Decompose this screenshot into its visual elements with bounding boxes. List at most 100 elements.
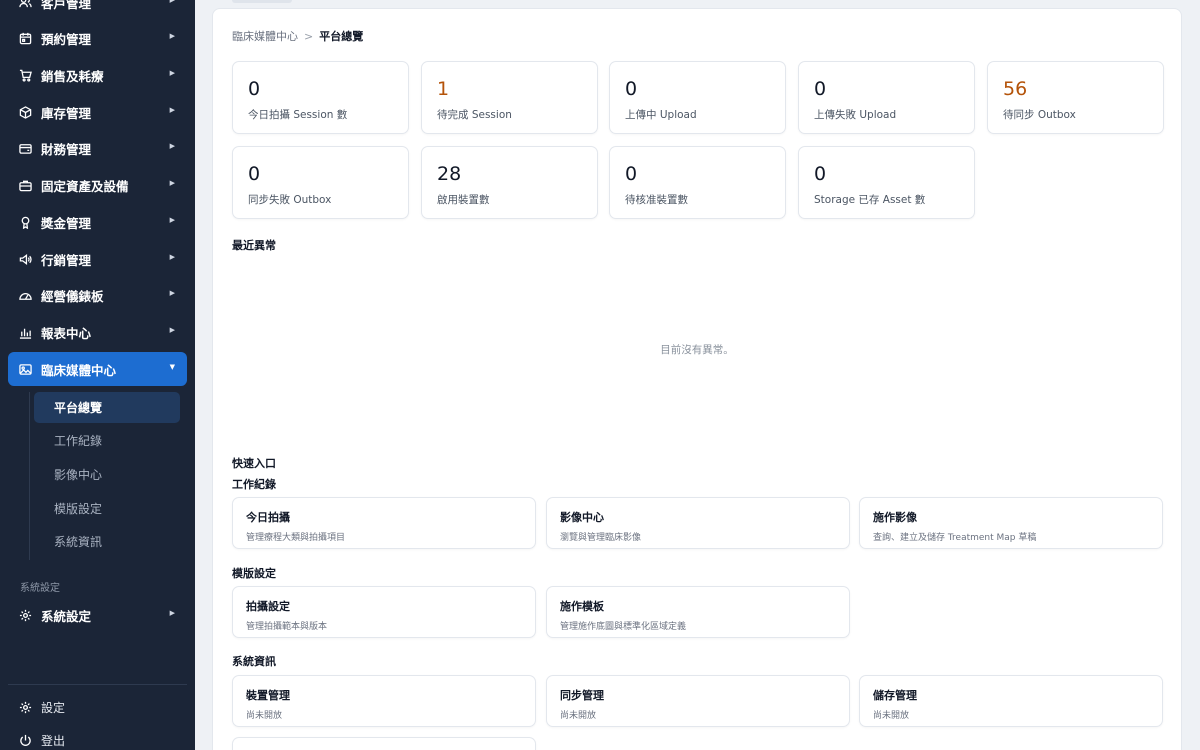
nav-item-label: 臨床媒體中心 — [41, 362, 117, 378]
quick-card-desc: 瀏覽與管理臨床影像 — [560, 533, 642, 543]
nav-item-appointments[interactable]: 預約管理 ▶ — [8, 21, 187, 55]
sidebar-divider — [8, 684, 187, 685]
quick-entry-heading: 快速入口 — [232, 457, 276, 470]
nav-item-marketing[interactable]: 行銷管理 ▶ — [8, 242, 187, 276]
quick-card-desc: 尚未開放 — [873, 711, 910, 721]
group-heading-system-info: 系統資訊 — [232, 655, 276, 668]
nav-item-label: 獎金管理 — [41, 215, 92, 231]
sidebar-section-label: 系統設定 — [20, 583, 60, 594]
stat-card-uploading: 0 上傳中 Upload — [609, 61, 786, 134]
stat-value: 0 — [248, 78, 261, 100]
group-heading-work-records: 工作紀錄 — [232, 478, 276, 491]
stat-value: 0 — [814, 78, 827, 100]
cart-icon — [18, 68, 32, 82]
stat-label: 上傳失敗 Upload — [814, 109, 897, 121]
nav-item-label: 經營儀錶板 — [41, 288, 104, 304]
stat-value: 0 — [625, 163, 638, 185]
stat-card-storage-assets: 0 Storage 已存 Asset 數 — [798, 146, 975, 219]
box-icon — [18, 105, 32, 119]
stat-label: 同步失敗 Outbox — [248, 194, 332, 206]
stat-label: 上傳中 Upload — [625, 109, 697, 121]
gear-icon — [18, 608, 32, 622]
quick-card-title: 同步管理 — [560, 689, 604, 702]
quick-card-title: 施作模板 — [560, 600, 604, 613]
settings-link[interactable]: 設定 — [8, 692, 187, 722]
briefcase-icon — [18, 178, 32, 192]
stat-label: 待同步 Outbox — [1003, 109, 1076, 121]
quick-card-desc: 管理療程大類與拍攝項目 — [246, 533, 346, 543]
nav-item-bonus[interactable]: 獎金管理 ▶ — [8, 205, 187, 239]
nav-item-label: 客戶管理 — [41, 0, 92, 11]
chevron-right-icon: ▶ — [169, 289, 175, 297]
stat-card-pending-sessions: 1 待完成 Session — [421, 61, 598, 134]
nav-item-finance[interactable]: 財務管理 ▶ — [8, 131, 187, 165]
sidebar-subitem-overview[interactable]: 平台總覽 — [34, 392, 180, 423]
quick-card-today-capture[interactable]: 今日拍攝 管理療程大類與拍攝項目 — [232, 497, 536, 549]
quick-card-treatment-images[interactable]: 施作影像 查詢、建立及儲存 Treatment Map 草稿 — [859, 497, 1163, 549]
group-heading-templates: 模版設定 — [232, 567, 276, 580]
stat-label: 待完成 Session — [437, 109, 512, 121]
nav-item-inventory[interactable]: 庫存管理 ▶ — [8, 95, 187, 129]
nav-item-sales[interactable]: 銷售及耗療 ▶ — [8, 58, 187, 92]
stat-card-pending-devices: 0 待核准裝置數 — [609, 146, 786, 219]
chevron-right-icon: ▶ — [169, 253, 175, 261]
calendar-icon — [18, 31, 32, 45]
settings-label: 設定 — [41, 700, 66, 715]
quick-card-partial[interactable] — [232, 737, 536, 750]
nav-item-dashboard[interactable]: 經營儀錶板 ▶ — [8, 278, 187, 312]
chevron-right-icon: ▶ — [169, 326, 175, 334]
sidebar-subitem-image-center[interactable]: 影像中心 — [34, 459, 180, 490]
nav-item-label: 固定資產及設備 — [41, 178, 129, 194]
chevron-right-icon: ▶ — [169, 216, 175, 224]
nav-item-reports[interactable]: 報表中心 ▶ — [8, 315, 187, 349]
stat-label: 待核准裝置數 — [625, 194, 688, 206]
sidebar-subitem-templates[interactable]: 模版設定 — [34, 493, 180, 524]
quick-card-treatment-templates[interactable]: 施作模板 管理施作底圖與標準化區域定義 — [546, 586, 850, 638]
sidebar-subitem-system-info[interactable]: 系統資訊 — [34, 526, 180, 557]
quick-card-title: 裝置管理 — [246, 689, 290, 702]
quick-card-title: 拍攝設定 — [246, 600, 290, 613]
stat-value: 28 — [437, 163, 462, 185]
quick-card-capture-settings[interactable]: 拍攝設定 管理拍攝範本與版本 — [232, 586, 536, 638]
quick-card-title: 今日拍攝 — [246, 511, 290, 524]
chevron-right-icon: ▶ — [169, 69, 175, 77]
nav-item-label: 庫存管理 — [41, 105, 92, 121]
nav-item-system-settings[interactable]: 系統設定 ▶ — [8, 598, 187, 632]
stat-value: 0 — [814, 163, 827, 185]
chevron-right-icon: ▶ — [169, 142, 175, 150]
breadcrumb-parent[interactable]: 臨床媒體中心 — [232, 28, 298, 44]
quick-card-storage-management[interactable]: 儲存管理 尚未開放 — [859, 675, 1163, 727]
breadcrumb-current: 平台總覽 — [319, 30, 364, 43]
trophy-icon — [18, 215, 32, 229]
quick-card-title: 施作影像 — [873, 511, 917, 524]
nav-item-clinical-media[interactable]: 臨床媒體中心 ▼ — [8, 352, 187, 386]
nav-item-label: 行銷管理 — [41, 252, 92, 268]
stat-card-outbox-pending: 56 待同步 Outbox — [987, 61, 1164, 134]
stat-card-outbox-failed: 0 同步失敗 Outbox — [232, 146, 409, 219]
gauge-icon — [18, 288, 32, 302]
quick-card-desc: 管理施作底圖與標準化區域定義 — [560, 622, 687, 632]
quick-card-image-center[interactable]: 影像中心 瀏覽與管理臨床影像 — [546, 497, 850, 549]
stat-value: 0 — [248, 163, 261, 185]
nav-item-customers[interactable]: 客戶管理 ▶ — [8, 0, 187, 19]
stat-card-today-sessions: 0 今日拍攝 Session 數 — [232, 61, 409, 134]
chevron-right-icon: ▶ — [169, 32, 175, 40]
breadcrumb: 臨床媒體中心 > 平台總覽 — [232, 28, 363, 44]
sidebar-subitem-work-records[interactable]: 工作紀錄 — [34, 425, 180, 456]
chevron-right-icon: ▶ — [169, 0, 175, 4]
logout-label: 登出 — [41, 733, 66, 748]
stat-label: 今日拍攝 Session 數 — [248, 109, 348, 121]
breadcrumb-separator: > — [304, 29, 314, 43]
chevron-right-icon: ▶ — [169, 609, 175, 617]
top-tab-strip — [212, 0, 1182, 6]
chevron-right-icon: ▶ — [169, 179, 175, 187]
wallet-icon — [18, 141, 32, 155]
stat-card-active-devices: 28 啟用裝置數 — [421, 146, 598, 219]
top-tab[interactable] — [232, 0, 292, 3]
quick-card-sync-management[interactable]: 同步管理 尚未開放 — [546, 675, 850, 727]
logout-link[interactable]: 登出 — [8, 725, 187, 750]
nav-item-fixed-assets[interactable]: 固定資產及設備 ▶ — [8, 168, 187, 202]
quick-card-device-management[interactable]: 裝置管理 尚未開放 — [232, 675, 536, 727]
nav-item-label: 報表中心 — [41, 325, 92, 341]
quick-card-desc: 管理拍攝範本與版本 — [246, 622, 328, 632]
